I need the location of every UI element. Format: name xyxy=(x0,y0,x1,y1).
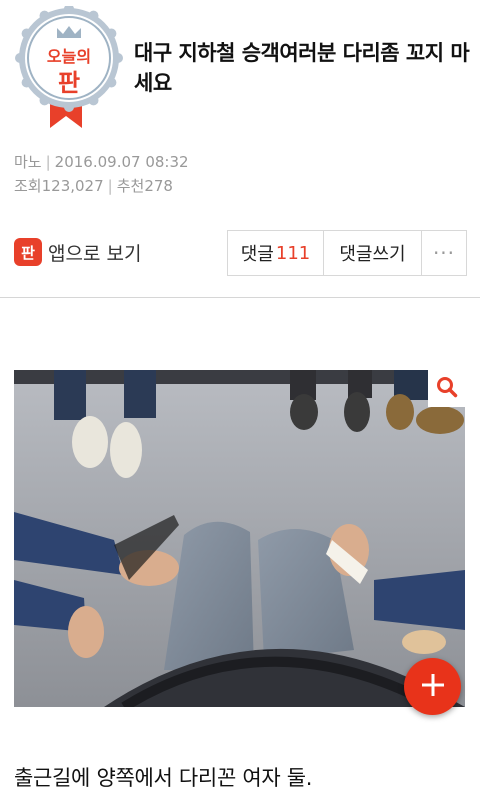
today-pann-badge: 오늘의 판 xyxy=(14,4,124,130)
post-body-text: 출근길에 양쪽에서 다리꼰 여자 둘. xyxy=(14,766,313,790)
write-comment-button[interactable]: 댓글쓰기 xyxy=(324,231,422,275)
meta-separator: | xyxy=(45,153,51,171)
post-author[interactable]: 마노 xyxy=(14,150,42,174)
plus-icon xyxy=(420,672,446,702)
post-date: 2016.09.07 08:32 xyxy=(54,153,189,171)
post-title: 대구 지하철 승객여러분 다리좀 꼬지 마세요 xyxy=(134,41,470,95)
post-meta: 마노 | 2016.09.07 08:32 조회 123,027 | 추천 27… xyxy=(14,150,189,198)
divider xyxy=(0,297,480,298)
add-fab-button[interactable] xyxy=(404,658,461,715)
recommend-label: 추천 xyxy=(116,177,145,195)
pann-app-icon: 판 xyxy=(14,238,42,266)
views-count: 123,027 xyxy=(41,177,104,195)
meta-separator: | xyxy=(107,177,113,195)
open-in-app-label: 앱으로 보기 xyxy=(48,242,142,265)
badge-label-main: 판 xyxy=(57,69,81,97)
comment-button-group: 댓글 111 댓글쓰기 ··· xyxy=(227,230,467,276)
zoom-image-button[interactable] xyxy=(428,370,465,407)
recommend-count: 278 xyxy=(144,177,173,195)
comments-count: 111 xyxy=(275,242,311,264)
open-in-app-link[interactable]: 판 앱으로 보기 xyxy=(14,238,141,266)
post-photo[interactable] xyxy=(14,370,465,707)
search-icon xyxy=(436,376,458,402)
post-actions: 판 앱으로 보기 댓글 111 댓글쓰기 ··· xyxy=(0,230,480,276)
comments-label: 댓글 xyxy=(240,244,274,265)
more-button[interactable]: ··· xyxy=(422,231,466,275)
comments-button[interactable]: 댓글 111 xyxy=(228,231,324,275)
post-header: 오늘의 판 대구 지하철 승객여러분 다리좀 꼬지 마세요 xyxy=(0,0,480,140)
views-label: 조회 xyxy=(14,177,42,195)
